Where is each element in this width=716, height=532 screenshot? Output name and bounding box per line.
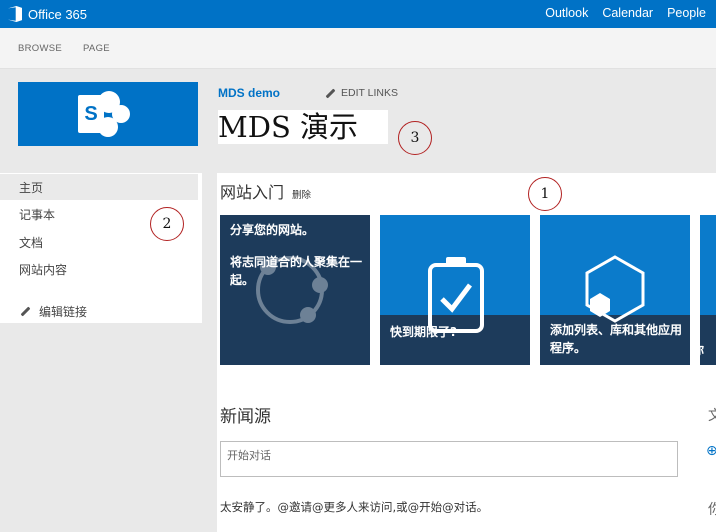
get-started-header: 网站入门 删除 [220,179,311,203]
tile-deadline-title: 快到期限了? [390,325,457,339]
site-logo[interactable]: S [18,82,198,146]
tile-partial[interactable]: 你 [700,215,716,365]
brand-label: Office 365 [28,6,88,22]
site-breadcrumb[interactable]: MDS demo [218,86,280,100]
ribbon-tab-page[interactable]: PAGE [83,43,110,54]
get-started-title: 网站入门 [220,183,285,202]
pencil-icon [325,88,336,98]
suite-bar: Office 365 Outlook Calendar People [0,0,716,28]
suite-link-calendar[interactable]: Calendar [602,6,653,20]
right-panel-heading-partial: 文 [708,408,716,424]
left-navigation: 主页 记事本 文档 网站内容 编辑链接 [0,173,202,323]
ribbon-tab-browse[interactable]: BROWSE [18,43,62,54]
newsfeed-title: 新闻源 [220,407,271,427]
sharepoint-logo-icon: S [78,89,138,139]
get-started-remove-link[interactable]: 删除 [292,187,311,201]
ribbon: BROWSE PAGE [0,28,716,69]
nav-edit-links-button[interactable]: 编辑链接 [20,303,87,320]
edit-links-top-label: EDIT LINKS [341,87,398,99]
office365-brand[interactable]: Office 365 [8,5,87,23]
tile-partial-title: 你 [700,341,704,359]
tile-share-body: 将志同道合的人聚集在一起。 [230,255,363,287]
tile-add-apps-title: 添加列表、库和其他应用程序。 [550,323,683,355]
follow-icon[interactable]: ⊕ [706,443,716,459]
sharepoint-letter: S [78,95,104,133]
nav-item-site-contents[interactable]: 网站内容 [0,256,198,282]
tile-add-apps[interactable]: 添加列表、库和其他应用程序。 [540,215,690,365]
tile-share-title: 分享您的网站。 [230,223,315,237]
site-title: MDS 演示 [218,110,389,144]
main-content: 网站入门 删除 分享您的网站。 将志同道合的人聚集在一起。 快到期限了? 添加列… [217,173,716,532]
callout-2: 2 [150,207,184,241]
nav-edit-links-label: 编辑链接 [39,305,88,319]
tile-share-site[interactable]: 分享您的网站。 将志同道合的人聚集在一起。 [220,215,370,365]
suite-link-outlook[interactable]: Outlook [545,6,588,20]
edit-links-top-button[interactable]: EDIT LINKS [325,87,398,99]
office-logo-icon [8,6,22,22]
nav-item-home[interactable]: 主页 [0,174,198,200]
clipboard-check-icon [428,257,484,333]
newsfeed-empty-message: 太安静了。@邀请@更多人来访问,或@开始@对话。 [220,500,489,514]
tile-deadline[interactable]: 快到期限了? [380,215,530,365]
right-panel-text-partial: 你 [708,502,716,518]
suite-link-people[interactable]: People [667,6,706,20]
pencil-icon [20,306,31,317]
suite-links: Outlook Calendar People [545,6,706,20]
start-conversation-input[interactable]: 开始对话 [220,441,678,477]
callout-3: 3 [398,121,432,155]
callout-1: 1 [528,177,562,211]
